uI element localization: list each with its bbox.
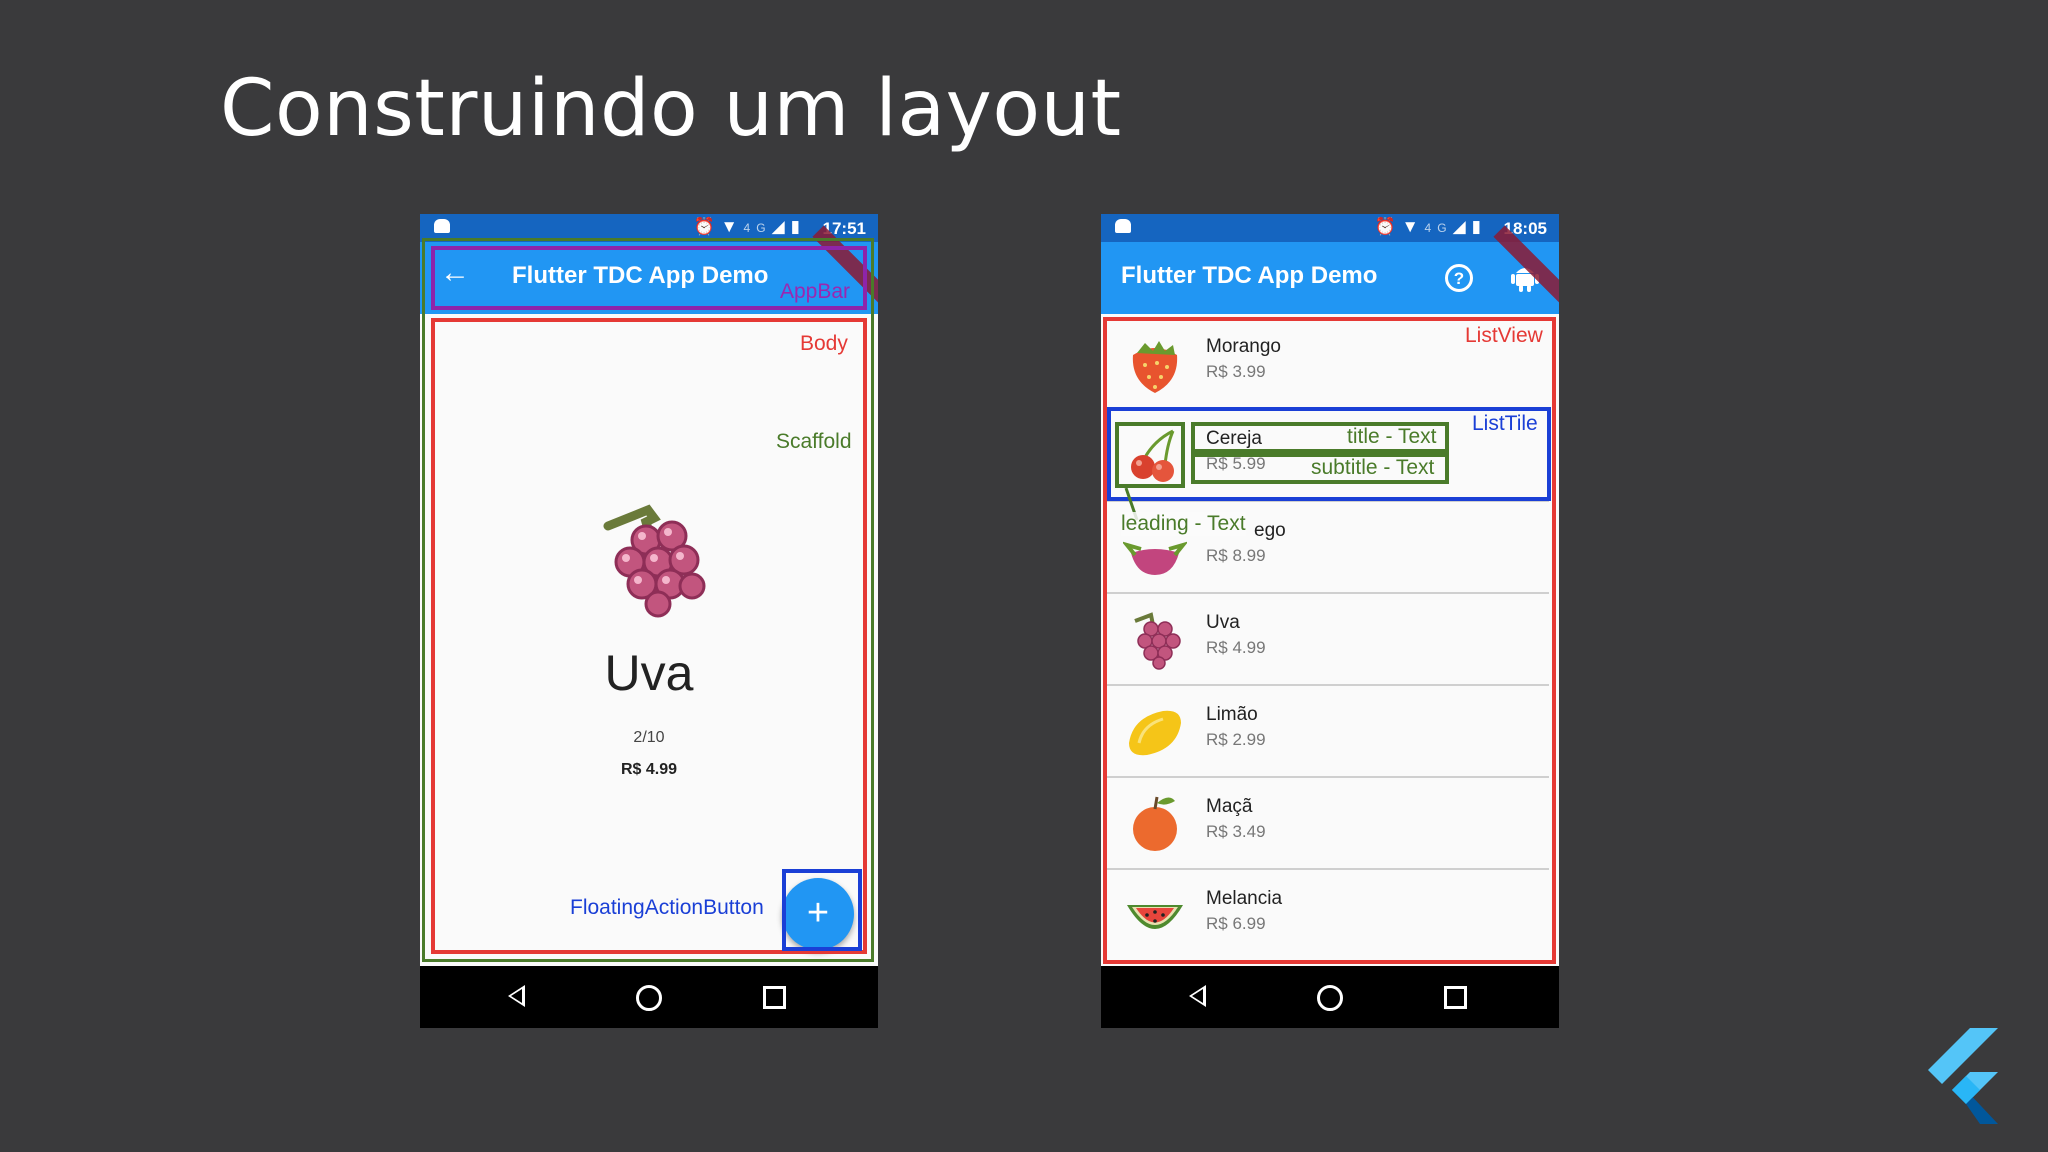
flutter-logo-icon xyxy=(1928,1028,1998,1124)
slide-title: Construindo um layout xyxy=(220,64,1122,154)
listtile-label: ListTile xyxy=(1472,412,1538,435)
nav-home-icon[interactable] xyxy=(636,985,662,1011)
network-type: 4G xyxy=(1424,221,1453,235)
body-label: Body xyxy=(800,332,848,355)
status-bar: ⏰▼4G◢▮ 18:05 xyxy=(1101,214,1559,242)
status-icons: ⏰▼4G◢▮ xyxy=(693,217,806,236)
appbar-label: AppBar xyxy=(780,280,851,303)
nav-back-icon[interactable] xyxy=(508,985,525,1007)
phone-detail-screen: ⏰▼4G◢▮ 17:51 ← Flutter TDC App Demo Uva … xyxy=(420,214,878,1028)
nav-home-icon[interactable] xyxy=(1317,985,1343,1011)
phone-list-screen: ⏰▼4G◢▮ 18:05 Flutter TDC App Demo ? Mora… xyxy=(1101,214,1559,1028)
nav-recent-icon[interactable] xyxy=(1444,986,1467,1009)
nav-recent-icon[interactable] xyxy=(763,986,786,1009)
android-nav-bar xyxy=(1101,966,1559,1028)
scaffold-label: Scaffold xyxy=(776,430,852,453)
listview-label: ListView xyxy=(1465,324,1543,347)
network-type: 4G xyxy=(743,221,772,235)
android-notification-icon xyxy=(1115,219,1131,233)
app-bar: Flutter TDC App Demo ? xyxy=(1101,225,1559,315)
status-icons: ⏰▼4G◢▮ xyxy=(1374,217,1487,236)
leading-outline xyxy=(1115,422,1185,488)
nav-back-icon[interactable] xyxy=(1189,985,1206,1007)
title-label: title - Text xyxy=(1347,425,1437,448)
body-outline xyxy=(431,318,867,954)
leading-label: leading - Text xyxy=(1121,512,1246,536)
fab-outline xyxy=(782,869,862,951)
android-notification-icon xyxy=(434,219,450,233)
subtitle-label: subtitle - Text xyxy=(1311,456,1435,479)
android-nav-bar xyxy=(420,966,878,1028)
fab-label: FloatingActionButton xyxy=(570,896,764,919)
help-icon[interactable]: ? xyxy=(1445,264,1473,292)
app-bar-title: Flutter TDC App Demo xyxy=(1121,262,1378,289)
